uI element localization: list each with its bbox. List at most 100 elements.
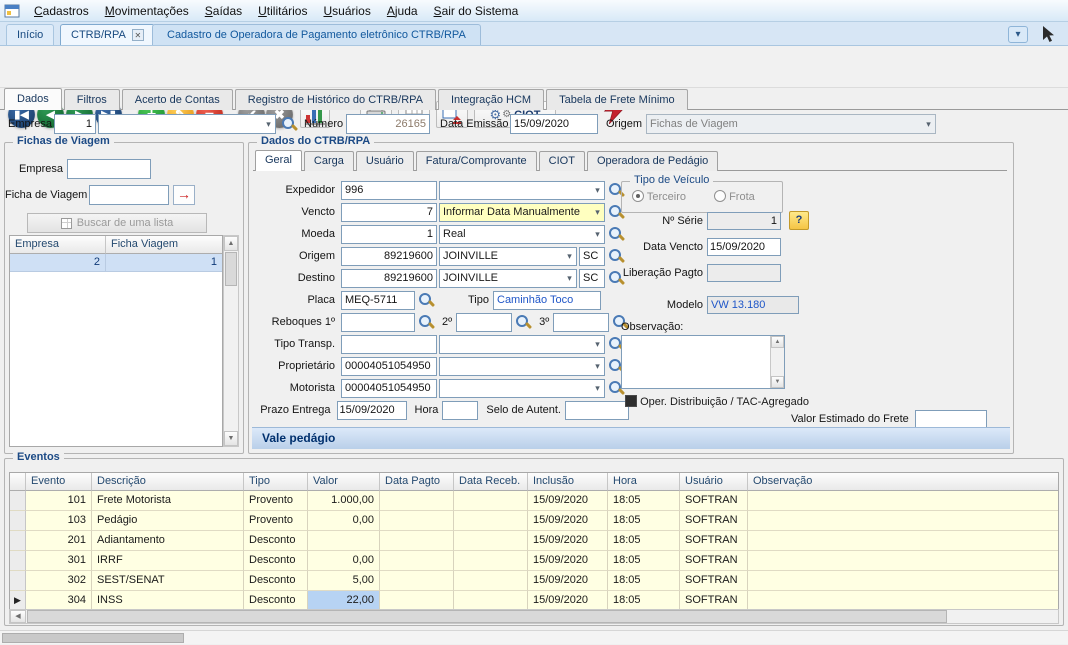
eventos-row[interactable]: 302 SEST/SENAT Desconto 5,00 15/09/2020 … xyxy=(10,571,1058,591)
window-hscrollbar[interactable] xyxy=(0,630,1068,644)
reboque1-input[interactable] xyxy=(341,313,415,332)
tab-operadora-pedagio[interactable]: Operadora de Pedágio xyxy=(587,151,718,171)
tab-dados[interactable]: Dados xyxy=(4,88,62,110)
cell-valor[interactable] xyxy=(308,531,380,551)
fichas-empresa-input[interactable] xyxy=(67,159,151,179)
empresa-input[interactable] xyxy=(54,114,96,134)
cell-data-pagto[interactable] xyxy=(380,491,454,511)
motorista-input[interactable] xyxy=(341,379,437,398)
tipo-transp-input[interactable] xyxy=(341,335,437,354)
menu-saidas[interactable]: Saídas xyxy=(197,2,250,20)
tab-acerto-de-contas[interactable]: Acerto de Contas xyxy=(122,89,233,110)
tipo-veiculo-input[interactable] xyxy=(493,291,601,310)
origem-code-input[interactable] xyxy=(341,247,437,266)
cell-evento[interactable]: 103 xyxy=(26,511,92,531)
cell-descricao[interactable]: Adiantamento xyxy=(92,531,244,551)
reboque1-search-icon[interactable] xyxy=(418,314,434,330)
cell-tipo[interactable]: Provento xyxy=(244,511,308,531)
tab-integracao-hcm[interactable]: Integração HCM xyxy=(438,89,544,110)
cell-inclusao[interactable]: 15/09/2020 xyxy=(528,531,608,551)
cell-observacao[interactable] xyxy=(748,591,1058,611)
tab-geral[interactable]: Geral xyxy=(255,150,302,171)
reboque2-input[interactable] xyxy=(456,313,512,332)
add-ficha-arrow-icon[interactable]: → xyxy=(173,185,195,205)
eventos-hscrollbar[interactable]: ◀ xyxy=(9,609,1059,624)
cell-data-pagto[interactable] xyxy=(380,571,454,591)
cell-evento[interactable]: 301 xyxy=(26,551,92,571)
proprietario-input[interactable] xyxy=(341,357,437,376)
cell-descricao[interactable]: Frete Motorista xyxy=(92,491,244,511)
eventos-row[interactable]: 103 Pedágio Provento 0,00 15/09/2020 18:… xyxy=(10,511,1058,531)
cell-data-pagto[interactable] xyxy=(380,551,454,571)
motorista-combo[interactable]: ▾ xyxy=(439,379,605,398)
fichas-grid-row[interactable]: 2 1 xyxy=(10,254,222,272)
eventos-row[interactable]: 201 Adiantamento Desconto 15/09/2020 18:… xyxy=(10,531,1058,551)
cell-inclusao[interactable]: 15/09/2020 xyxy=(528,491,608,511)
destino-code-input[interactable] xyxy=(341,269,437,288)
data-emissao-input[interactable] xyxy=(510,114,598,134)
empresa-combo[interactable]: ▾ xyxy=(98,114,276,134)
scroll-thumb[interactable] xyxy=(225,252,237,286)
cell-hora[interactable]: 18:05 xyxy=(608,491,680,511)
cell-observacao[interactable] xyxy=(748,491,1058,511)
tab-filtros[interactable]: Filtros xyxy=(64,89,120,110)
tab-ctrb-rpa[interactable]: CTRB/RPA ✕ xyxy=(60,24,155,45)
col-data-receb[interactable]: Data Receb. xyxy=(454,473,528,491)
menu-sair[interactable]: Sair do Sistema xyxy=(426,2,527,20)
fichas-grid-vscrollbar[interactable]: ▲ ▼ xyxy=(223,235,239,447)
cell-valor[interactable]: 5,00 xyxy=(308,571,380,591)
buscar-de-uma-lista-button[interactable]: Buscar de uma lista xyxy=(27,213,207,233)
scroll-thumb[interactable] xyxy=(2,633,184,643)
fichas-ficha-input[interactable] xyxy=(89,185,169,205)
cursor-pointer-icon[interactable] xyxy=(1040,25,1056,43)
cell-evento[interactable]: 201 xyxy=(26,531,92,551)
tab-registro-historico[interactable]: Registro de Histórico do CTRB/RPA xyxy=(235,89,436,110)
tab-tabela-frete-minimo[interactable]: Tabela de Frete Mínimo xyxy=(546,89,688,110)
cell-evento[interactable]: 101 xyxy=(26,491,92,511)
modelo-input[interactable] xyxy=(707,296,799,314)
help-button[interactable]: ? xyxy=(789,211,809,230)
placa-input[interactable] xyxy=(341,291,415,310)
vencto-combo[interactable]: Informar Data Manualmente▾ xyxy=(439,203,605,222)
cell-valor-selected[interactable]: 22,00 xyxy=(308,591,380,611)
cell-data-receb[interactable] xyxy=(454,571,528,591)
empresa-search-icon[interactable] xyxy=(281,116,297,132)
oper-distribuicao-checkbox[interactable]: Oper. Distribuição / TAC-Agregado xyxy=(625,395,809,408)
radio-terceiro[interactable]: Terceiro xyxy=(632,190,686,203)
cell-observacao[interactable] xyxy=(748,571,1058,591)
menu-usuarios[interactable]: Usuários xyxy=(315,2,378,20)
cell-tipo[interactable]: Provento xyxy=(244,491,308,511)
proprietario-combo[interactable]: ▾ xyxy=(439,357,605,376)
close-tab-icon[interactable]: ✕ xyxy=(132,29,144,41)
cell-descricao[interactable]: Pedágio xyxy=(92,511,244,531)
menu-cadastros[interactable]: Cadastros xyxy=(26,2,97,20)
cell-observacao[interactable] xyxy=(748,551,1058,571)
tab-ciot-inner[interactable]: CIOT xyxy=(539,151,585,171)
radio-frota[interactable]: Frota xyxy=(714,190,755,203)
cell-inclusao[interactable]: 15/09/2020 xyxy=(528,551,608,571)
cell-hora[interactable]: 18:05 xyxy=(608,571,680,591)
col-evento[interactable]: Evento xyxy=(26,473,92,491)
col-observacao[interactable]: Observação xyxy=(748,473,1058,491)
nserie-input[interactable] xyxy=(707,212,781,230)
vencto-code-input[interactable] xyxy=(341,203,437,222)
cell-hora[interactable]: 18:05 xyxy=(608,531,680,551)
cell-hora[interactable]: 18:05 xyxy=(608,551,680,571)
chevron-down-icon[interactable]: ▾ xyxy=(1008,26,1028,43)
fichas-col-ficha[interactable]: Ficha Viagem xyxy=(106,236,222,254)
scroll-up-icon[interactable]: ▲ xyxy=(224,236,238,251)
cell-data-pagto[interactable] xyxy=(380,591,454,611)
cell-valor[interactable]: 0,00 xyxy=(308,511,380,531)
menu-movimentacoes[interactable]: Movimentações xyxy=(97,2,197,20)
cell-evento[interactable]: 302 xyxy=(26,571,92,591)
eventos-row[interactable]: 101 Frete Motorista Provento 1.000,00 15… xyxy=(10,491,1058,511)
cell-observacao[interactable] xyxy=(748,531,1058,551)
reboque2-search-icon[interactable] xyxy=(515,314,531,330)
cell-data-receb[interactable] xyxy=(454,531,528,551)
expedidor-code-input[interactable] xyxy=(341,181,437,200)
observacao-scrollbar[interactable]: ▲▼ xyxy=(770,336,784,388)
cell-usuario[interactable]: SOFTRAN xyxy=(680,571,748,591)
col-inclusao[interactable]: Inclusão xyxy=(528,473,608,491)
cell-descricao[interactable]: IRRF xyxy=(92,551,244,571)
cell-tipo[interactable]: Desconto xyxy=(244,571,308,591)
